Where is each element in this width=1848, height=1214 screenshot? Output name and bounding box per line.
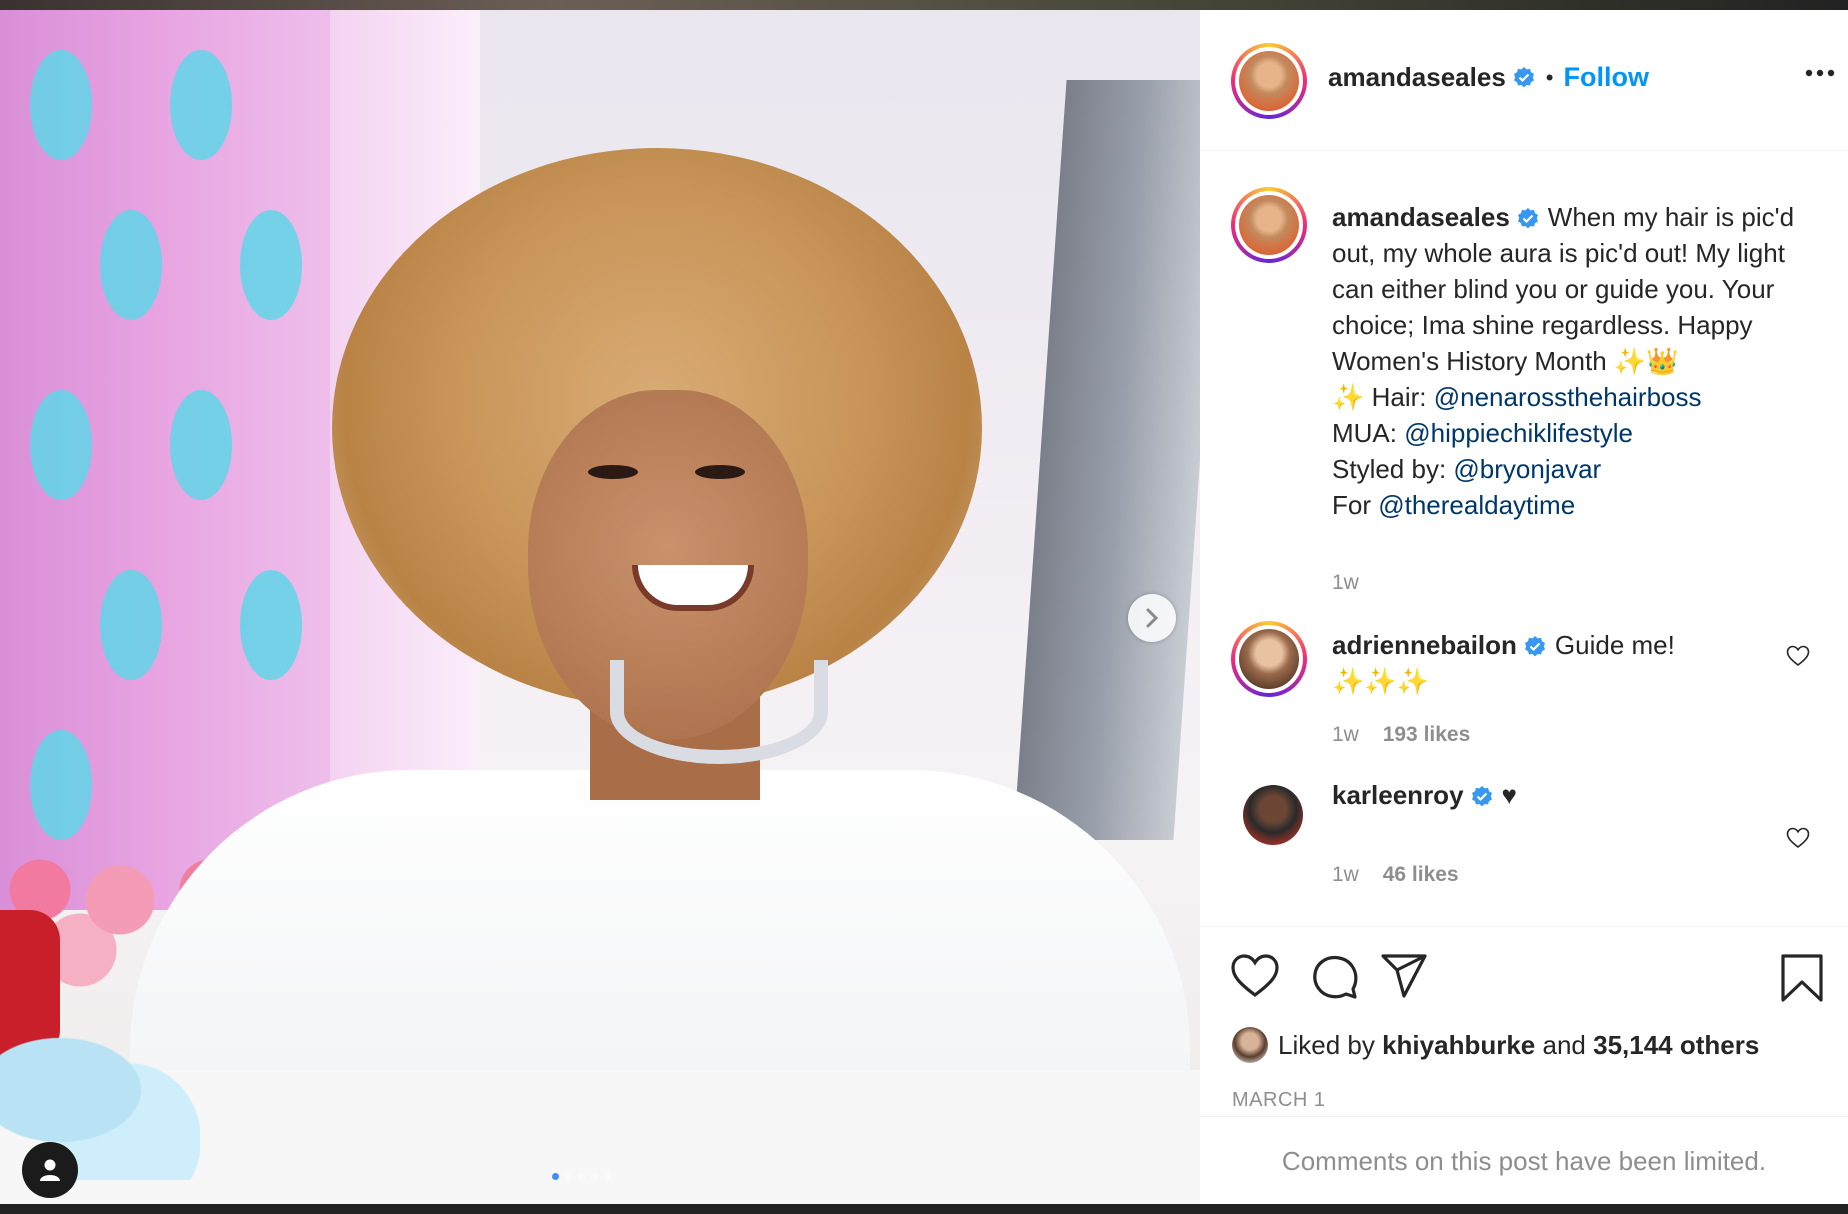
post-actions: Liked by khiyahburke and 35,144 others M… (1200, 926, 1848, 1117)
comment-meta: 1w 193 likes (1332, 723, 1470, 747)
commenter-username[interactable]: adriennebailon (1332, 630, 1517, 660)
mention-link[interactable]: @therealdaytime (1378, 490, 1575, 520)
comments-list[interactable]: amandaseales When my hair is pic'd out, … (1200, 151, 1848, 926)
backdrop-shape (240, 210, 302, 320)
commenter-username[interactable]: karleenroy (1332, 780, 1464, 810)
post-date[interactable]: MARCH 1 (1232, 1089, 1326, 1112)
comment-time[interactable]: 1w (1332, 863, 1359, 886)
carousel-dot (604, 1173, 611, 1180)
next-photo-button[interactable] (1128, 594, 1176, 642)
caption-time[interactable]: 1w (1332, 571, 1359, 595)
backdrop-shape (170, 50, 232, 160)
mention-link[interactable]: @hippiechiklifestyle (1404, 418, 1633, 448)
commenter-avatar[interactable] (1239, 781, 1307, 849)
verified-badge-icon (1517, 208, 1538, 229)
caption-credit-label: ✨ Hair: (1332, 382, 1434, 412)
comment-text: ♥ (1501, 780, 1517, 810)
chevron-right-icon (1146, 608, 1159, 628)
carousel-dot (552, 1173, 559, 1180)
background-strip-bottom (0, 1204, 1848, 1214)
caption-author-username[interactable]: amandaseales (1332, 202, 1510, 232)
caption: amandaseales When my hair is pic'd out, … (1332, 199, 1818, 523)
liker-avatar[interactable] (1232, 1027, 1268, 1063)
caption-credit-label: Styled by: (1332, 454, 1454, 484)
person-choker (610, 660, 828, 764)
carousel-dot (565, 1173, 572, 1180)
comment-time[interactable]: 1w (1332, 723, 1359, 746)
verified-badge-icon (1524, 636, 1545, 657)
comment-icon[interactable] (1311, 953, 1359, 1001)
separator-dot: • (1545, 64, 1554, 90)
user-tags-button[interactable] (22, 1142, 78, 1198)
backdrop-shape (100, 570, 162, 680)
post-details-panel: amandaseales • Follow amandaseales When … (1200, 10, 1848, 1204)
carousel-indicator (552, 1173, 611, 1180)
verified-badge-icon (1513, 66, 1534, 87)
post-photo[interactable] (0, 10, 1200, 1204)
backdrop-shape (240, 570, 302, 680)
heart-icon[interactable] (1230, 953, 1280, 999)
liked-by-user[interactable]: khiyahburke (1382, 1030, 1535, 1060)
backdrop-shape (170, 390, 232, 500)
more-icon[interactable] (1805, 68, 1835, 78)
comment-likes[interactable]: 193 likes (1383, 723, 1471, 746)
caption-credit-label: For (1332, 490, 1379, 520)
liked-by-and: and (1542, 1029, 1586, 1060)
liked-by: Liked by khiyahburke and 35,144 others (1232, 1027, 1759, 1063)
user-tag-icon (40, 1159, 60, 1181)
carousel-dot (578, 1173, 585, 1180)
liked-by-others[interactable]: 35,144 others (1593, 1030, 1759, 1060)
caption-credit-label: MUA: (1332, 418, 1405, 448)
heart-icon[interactable] (1786, 645, 1810, 667)
person-eye (695, 465, 745, 479)
mention-link[interactable]: @bryonjavar (1453, 454, 1601, 484)
author-line: amandaseales • Follow (1328, 62, 1649, 93)
carousel-dot (591, 1173, 598, 1180)
verified-badge-icon (1471, 786, 1492, 807)
comment-text-emoji: ✨✨✨ (1332, 666, 1430, 696)
share-icon[interactable] (1380, 953, 1428, 999)
comments-limited-text: Comments on this post have been limited. (1281, 1145, 1767, 1176)
comment: karleenroy ♥ (1332, 777, 1818, 813)
person-eye (588, 465, 638, 479)
liked-by-prefix: Liked by (1278, 1029, 1375, 1060)
background-strip-top (0, 0, 1848, 10)
backdrop-shape (30, 390, 92, 500)
mention-link[interactable]: @nenarossthehairboss (1434, 382, 1702, 412)
bookmark-icon[interactable] (1780, 953, 1824, 1003)
comment: adriennebailon Guide me! ✨✨✨ (1332, 627, 1818, 699)
backdrop-monitor (1013, 80, 1200, 840)
follow-button[interactable]: Follow (1564, 62, 1649, 93)
comments-limited-notice: Comments on this post have been limited. (1200, 1116, 1848, 1205)
comment-likes[interactable]: 46 likes (1383, 863, 1459, 886)
backdrop-shape (100, 210, 162, 320)
comment-meta: 1w 46 likes (1332, 863, 1459, 887)
post-header: amandaseales • Follow (1200, 10, 1848, 151)
author-username[interactable]: amandaseales (1328, 62, 1506, 93)
caption-author-avatar[interactable] (1231, 187, 1307, 263)
commenter-avatar[interactable] (1231, 621, 1307, 697)
backdrop-shape (30, 730, 92, 840)
author-avatar[interactable] (1231, 43, 1307, 119)
heart-icon[interactable] (1786, 827, 1810, 849)
backdrop-shape (30, 50, 92, 160)
comment-text: Guide me! (1554, 630, 1675, 660)
